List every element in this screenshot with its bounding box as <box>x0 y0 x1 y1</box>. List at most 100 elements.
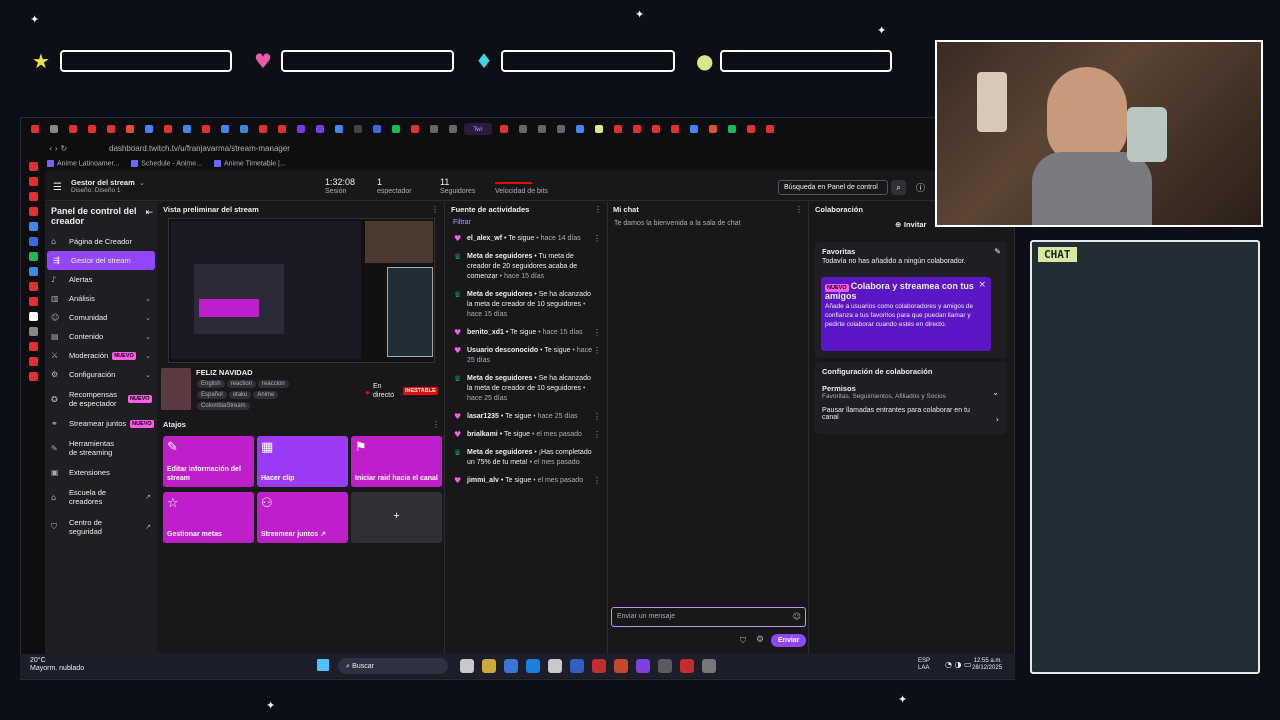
taskbar-app-icon[interactable] <box>548 659 562 673</box>
gear-icon[interactable]: ⚙ <box>756 635 764 645</box>
taskbar-search[interactable]: ⌕ Buscar <box>338 658 448 674</box>
extension-icon[interactable] <box>28 357 38 366</box>
more-options-icon[interactable]: ⋮ <box>593 346 601 355</box>
browser-tab[interactable] <box>629 123 644 135</box>
sidebar-item-12[interactable]: ⌂ Escuela de creadores ↗ <box>45 482 157 512</box>
activity-item[interactable]: ♕ Meta de seguidores • Se ha alcanzado la… <box>446 370 607 408</box>
browser-tab[interactable] <box>515 123 530 135</box>
browser-tab[interactable] <box>103 123 118 135</box>
action-tile-2[interactable]: ⚑ Iniciar raid hacia el canal <box>351 436 442 487</box>
browser-tab[interactable] <box>198 123 213 135</box>
action-tile-4[interactable]: ⚇ Streamear juntos ↗ <box>257 492 348 543</box>
browser-tab[interactable] <box>46 123 61 135</box>
extension-icon[interactable] <box>28 297 38 306</box>
filter-link[interactable]: Filtrar <box>446 217 607 228</box>
taskbar-app-icon[interactable] <box>482 659 496 673</box>
sidebar-item-11[interactable]: ▣ Extensiones <box>45 463 157 482</box>
language-indicator[interactable]: ESP LAA <box>918 658 930 672</box>
browser-tab[interactable] <box>534 123 549 135</box>
browser-tab[interactable] <box>762 123 777 135</box>
activity-item[interactable]: ♕ Meta de seguidores • ¡Has completado un… <box>446 444 607 472</box>
weather-widget[interactable]: 20°C Mayorm. nublado <box>30 657 84 673</box>
extension-icon[interactable] <box>28 267 38 276</box>
extension-icon[interactable] <box>28 237 38 246</box>
browser-tab[interactable] <box>331 123 346 135</box>
shield-icon[interactable]: ⛉ <box>740 636 746 646</box>
collapse-icon[interactable]: ⇤ <box>145 208 153 218</box>
info-icon[interactable]: ⓘ <box>916 181 925 194</box>
browser-tab[interactable] <box>369 123 384 135</box>
browser-tab[interactable] <box>426 123 441 135</box>
chevron-down-icon[interactable]: ⌄ <box>139 179 145 187</box>
extension-icon[interactable] <box>28 372 38 381</box>
browser-tab[interactable] <box>496 123 511 135</box>
more-options-icon[interactable]: ⋮ <box>593 430 601 439</box>
send-button[interactable]: Enviar <box>771 634 807 647</box>
activity-item[interactable]: ♕ Meta de seguidores • Se ha alcanzado la… <box>446 286 607 324</box>
actions-title[interactable]: Atajos <box>163 420 186 429</box>
browser-tab[interactable] <box>255 123 270 135</box>
extension-icon[interactable] <box>28 327 38 336</box>
extension-icon[interactable] <box>28 207 38 216</box>
extension-icon[interactable] <box>28 342 38 351</box>
taskbar-app-icon[interactable] <box>680 659 694 673</box>
activity-item[interactable]: ♥ el_alex_wf • Te sigue • hace 14 días ⋮ <box>446 230 607 248</box>
taskbar-app-icon[interactable] <box>570 659 584 673</box>
browser-tab[interactable] <box>648 123 663 135</box>
sidebar-item-4[interactable]: ☺ Comunidad ⌄ <box>45 308 157 327</box>
address-bar[interactable]: ‹ › ↻ dashboard.twitch.tv/u/franjavarma/… <box>21 140 1014 157</box>
activity-item[interactable]: ♥ Usuario desconocido • Te sigue • hace 2… <box>446 342 607 370</box>
action-tile-3[interactable]: ☆ Gestionar metas <box>163 492 254 543</box>
more-options-icon[interactable]: ⋮ <box>431 205 439 214</box>
action-tile-5[interactable]: + <box>351 492 442 543</box>
taskbar-app-icon[interactable] <box>592 659 606 673</box>
pause-calls-label[interactable]: Pausar llamadas entrantes para colaborar… <box>822 407 987 421</box>
sidebar-item-6[interactable]: ⚔ Moderación NUEVO ⌄ <box>45 346 157 365</box>
extension-icon[interactable] <box>28 312 38 321</box>
menu-icon[interactable]: ☰ <box>53 182 62 193</box>
emote-icon[interactable]: ☺ <box>793 612 801 621</box>
sidebar-item-1[interactable]: ⇶ Gestor del stream <box>47 251 155 270</box>
browser-tab[interactable] <box>686 123 701 135</box>
taskbar-app-icon[interactable] <box>460 659 474 673</box>
browser-tab[interactable] <box>591 123 606 135</box>
activity-item[interactable]: ♥ brialkami • Te sigue • el mes pasado ⋮ <box>446 426 607 444</box>
more-options-icon[interactable]: ⋮ <box>795 205 803 214</box>
sidebar-item-8[interactable]: ✪ Recompensas de espectador NUEVO ⌄ <box>45 384 157 414</box>
close-icon[interactable]: × <box>978 280 986 290</box>
more-options-icon[interactable]: ⋮ <box>593 328 601 337</box>
browser-tab[interactable] <box>217 123 232 135</box>
extension-icon[interactable] <box>28 162 38 171</box>
browser-tab[interactable] <box>610 123 625 135</box>
action-tile-0[interactable]: ✎ Editar información del stream <box>163 436 254 487</box>
preview-video[interactable] <box>168 218 435 363</box>
browser-tab[interactable] <box>667 123 682 135</box>
activity-item[interactable]: ♥ jimmi_alv • Te sigue • el mes pasado ⋮ <box>446 472 607 490</box>
taskbar-app-icon[interactable] <box>636 659 650 673</box>
panel-title[interactable]: Colaboración <box>815 205 863 214</box>
back-icon[interactable]: ‹ › ↻ <box>49 144 67 153</box>
sidebar-item-2[interactable]: ♪ Alertas <box>45 270 157 289</box>
stream-tag[interactable]: Anime <box>253 391 279 399</box>
more-options-icon[interactable]: ⋮ <box>593 234 601 243</box>
pencil-icon[interactable]: ✎ <box>994 247 1001 256</box>
browser-tab[interactable] <box>122 123 137 135</box>
stream-tag[interactable]: reaccion <box>258 380 289 388</box>
invite-button[interactable]: ⊕ Invitar <box>895 220 926 229</box>
browser-tab[interactable] <box>274 123 289 135</box>
extension-icon[interactable] <box>28 177 38 186</box>
browser-tab[interactable] <box>445 123 460 135</box>
extension-icon[interactable] <box>28 252 38 261</box>
dashboard-search-input[interactable]: Búsqueda en Panel de control <box>778 180 888 195</box>
browser-tab[interactable] <box>312 123 327 135</box>
sidebar-item-13[interactable]: ⛉ Centro de seguridad ↗ <box>45 512 157 542</box>
stream-tag[interactable]: otaku <box>228 391 252 399</box>
taskbar-app-icon[interactable] <box>526 659 540 673</box>
sidebar-item-5[interactable]: ▤ Contenido ⌄ <box>45 327 157 346</box>
stream-tag[interactable]: English <box>197 380 225 388</box>
action-tile-1[interactable]: ▦ Hacer clip <box>257 436 348 487</box>
panel-title[interactable]: Mi chat <box>613 205 639 214</box>
chat-input[interactable]: Enviar un mensaje ☺ <box>611 607 806 627</box>
taskbar-app-icon[interactable] <box>614 659 628 673</box>
clock[interactable]: 12:55 a.m. 28/12/2025 <box>972 658 1002 672</box>
